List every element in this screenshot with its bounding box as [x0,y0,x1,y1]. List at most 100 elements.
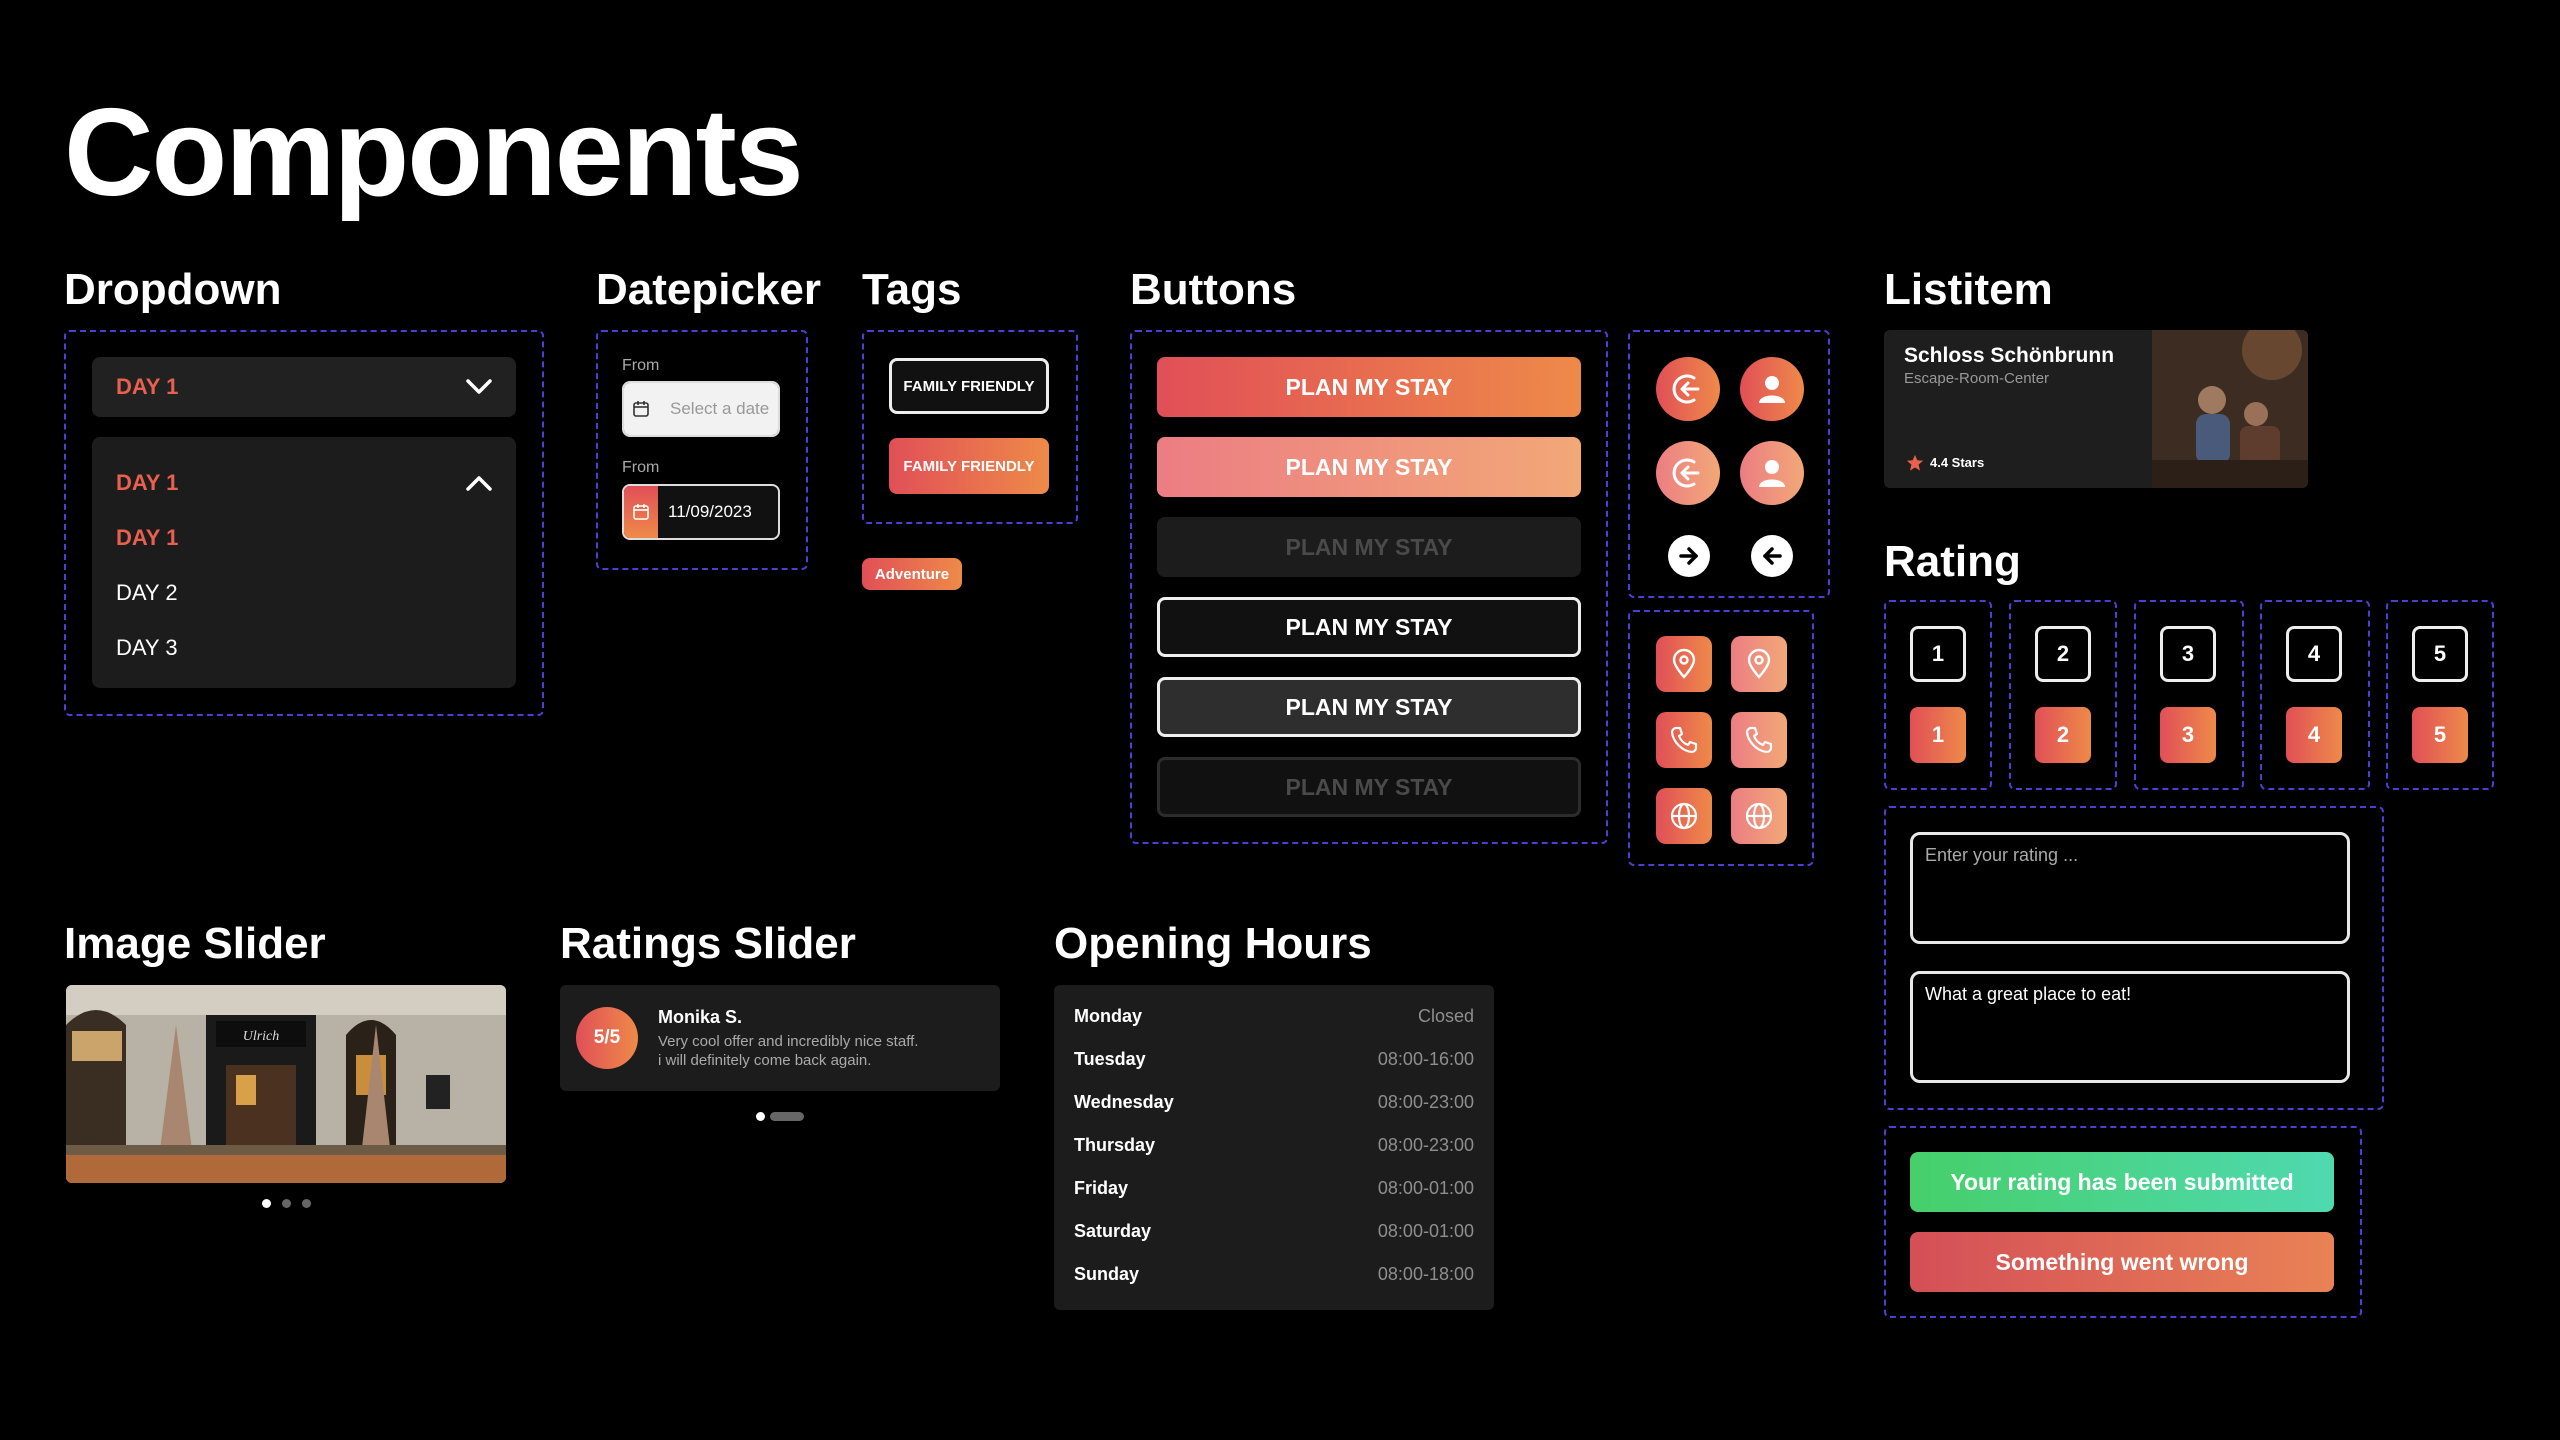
datepicker-label-empty: From [622,357,660,374]
location-pin-icon [1672,648,1696,679]
hours-time: Closed [1417,1006,1474,1026]
list-item-stars: 4.4 Stars [1930,455,1985,470]
rating-option-3-selected[interactable]: 3 [2160,707,2216,763]
location-pin-icon [1747,648,1771,679]
logout-button-hover[interactable] [1656,441,1720,505]
section-title-opening-hours: Opening Hours [1054,919,1372,968]
image-slider-image[interactable]: Ulrich [66,985,506,1183]
hours-day: Saturday [1074,1221,1152,1241]
slider-dot-active[interactable] [262,1199,271,1208]
hours-time: 08:00-16:00 [1377,1049,1474,1069]
rating-option-4[interactable]: 4 [2286,626,2342,682]
hours-row: Monday Closed [1074,1006,1474,1036]
success-message: Your rating has been submitted [1910,1152,2334,1212]
dropdown-option-day-1[interactable]: DAY 1 [116,524,178,552]
tag-outline[interactable]: FAMILY FRIENDLY [889,358,1049,414]
hours-time: 08:00-01:00 [1377,1178,1474,1198]
website-button[interactable] [1656,788,1712,844]
ratings-slider-card[interactable]: 5/5 Monika S. Very cool offer and incred… [560,985,1000,1091]
section-title-rating: Rating [1884,537,2021,586]
hours-row: Sunday 08:00-18:00 [1074,1264,1474,1294]
phone-button-hover[interactable] [1731,712,1787,768]
user-button[interactable] [1740,357,1804,421]
primary-button-hover[interactable]: PLAN MY STAY [1157,437,1581,497]
datepicker-filled-field[interactable]: 11/09/2023 [622,484,780,540]
rating-option-1[interactable]: 1 [1910,626,1966,682]
hours-day: Thursday [1074,1135,1156,1155]
section-title-tags: Tags [862,265,962,314]
hours-row: Thursday 08:00-23:00 [1074,1135,1474,1165]
review-text-line-1: Very cool offer and incredibly nice staf… [658,1033,919,1050]
primary-button-disabled[interactable]: PLAN MY STAY [1157,517,1581,577]
list-item-image [2152,330,2308,488]
hours-time: 08:00-01:00 [1377,1221,1474,1241]
user-icon [1759,376,1785,403]
rating-option-5[interactable]: 5 [2412,626,2468,682]
outline-button-hover[interactable]: PLAN MY STAY [1157,677,1581,737]
chevron-down-icon [466,379,492,394]
section-title-dropdown: Dropdown [64,265,282,314]
chevron-up-icon[interactable] [462,466,496,500]
hours-time: 08:00-23:00 [1377,1135,1474,1155]
calendar-icon [624,486,658,538]
section-title-ratings-slider: Ratings Slider [560,919,856,968]
rating-option-5-selected[interactable]: 5 [2412,707,2468,763]
section-title-buttons: Buttons [1130,265,1297,314]
dropdown-option-day-3[interactable]: DAY 3 [116,634,178,662]
hours-time: 08:00-23:00 [1377,1092,1474,1112]
hours-row: Tuesday 08:00-16:00 [1074,1049,1474,1079]
rating-option-3[interactable]: 3 [2160,626,2216,682]
datepicker-value: 11/09/2023 [668,502,752,521]
datepicker-placeholder: Select a date [658,383,778,435]
tag-filled[interactable]: FAMILY FRIENDLY [889,438,1049,494]
slider-dot-active[interactable] [756,1112,765,1121]
rating-input-filled[interactable]: What a great place to eat! [1910,971,2350,1083]
user-button-hover[interactable] [1740,441,1804,505]
globe-icon [1745,802,1773,830]
shop-sign-text: Ulrich [243,1029,280,1044]
website-button-hover[interactable] [1731,788,1787,844]
review-text-line-2: i will definitely come back again. [658,1052,872,1069]
reviewer-name: Monika S. [658,1007,743,1027]
user-icon [1759,460,1785,487]
arrow-right-icon [1679,547,1698,565]
rating-option-2[interactable]: 2 [2035,626,2091,682]
arrow-left-icon [1763,547,1782,565]
list-item-subtitle: Escape-Room-Center [1904,370,2050,387]
hours-day: Tuesday [1074,1049,1146,1069]
location-button[interactable] [1656,636,1712,692]
logout-icon [1672,458,1700,488]
dropdown-selected-value: DAY 1 [116,374,179,399]
hours-day: Wednesday [1074,1092,1174,1112]
logout-button[interactable] [1656,357,1720,421]
datepicker-empty-field[interactable]: Select a date [622,381,780,437]
rating-option-4-selected[interactable]: 4 [2286,707,2342,763]
logout-icon [1672,374,1700,404]
dropdown-option-day-2[interactable]: DAY 2 [116,579,178,607]
dropdown-closed[interactable]: DAY 1 [92,357,516,417]
rating-option-2-selected[interactable]: 2 [2035,707,2091,763]
outline-button-disabled[interactable]: PLAN MY STAY [1157,757,1581,817]
slider-dot[interactable] [282,1199,291,1208]
hours-day: Sunday [1074,1264,1140,1284]
slider-dot[interactable] [770,1112,804,1121]
arrow-right-button[interactable] [1668,535,1710,577]
tag-small[interactable]: Adventure [862,558,962,590]
hours-row: Friday 08:00-01:00 [1074,1178,1474,1208]
rating-option-1-selected[interactable]: 1 [1910,707,1966,763]
primary-button[interactable]: PLAN MY STAY [1157,357,1581,417]
slider-dot[interactable] [302,1199,311,1208]
outline-button[interactable]: PLAN MY STAY [1157,597,1581,657]
list-item-card[interactable]: Schloss Schönbrunn Escape-Room-Center 4.… [1884,330,2308,488]
phone-button[interactable] [1656,712,1712,768]
dropdown-open[interactable]: DAY 1 DAY 1 DAY 2 DAY 3 [92,437,516,688]
error-message: Something went wrong [1910,1232,2334,1292]
rating-input-empty[interactable]: Enter your rating ... [1910,832,2350,944]
phone-icon [1745,726,1773,754]
list-item-title: Schloss Schönbrunn [1904,344,2115,367]
location-button-hover[interactable] [1731,636,1787,692]
calendar-icon [624,383,658,435]
section-title-image-slider: Image Slider [64,919,326,968]
hours-row: Saturday 08:00-01:00 [1074,1221,1474,1251]
arrow-left-button[interactable] [1751,535,1793,577]
